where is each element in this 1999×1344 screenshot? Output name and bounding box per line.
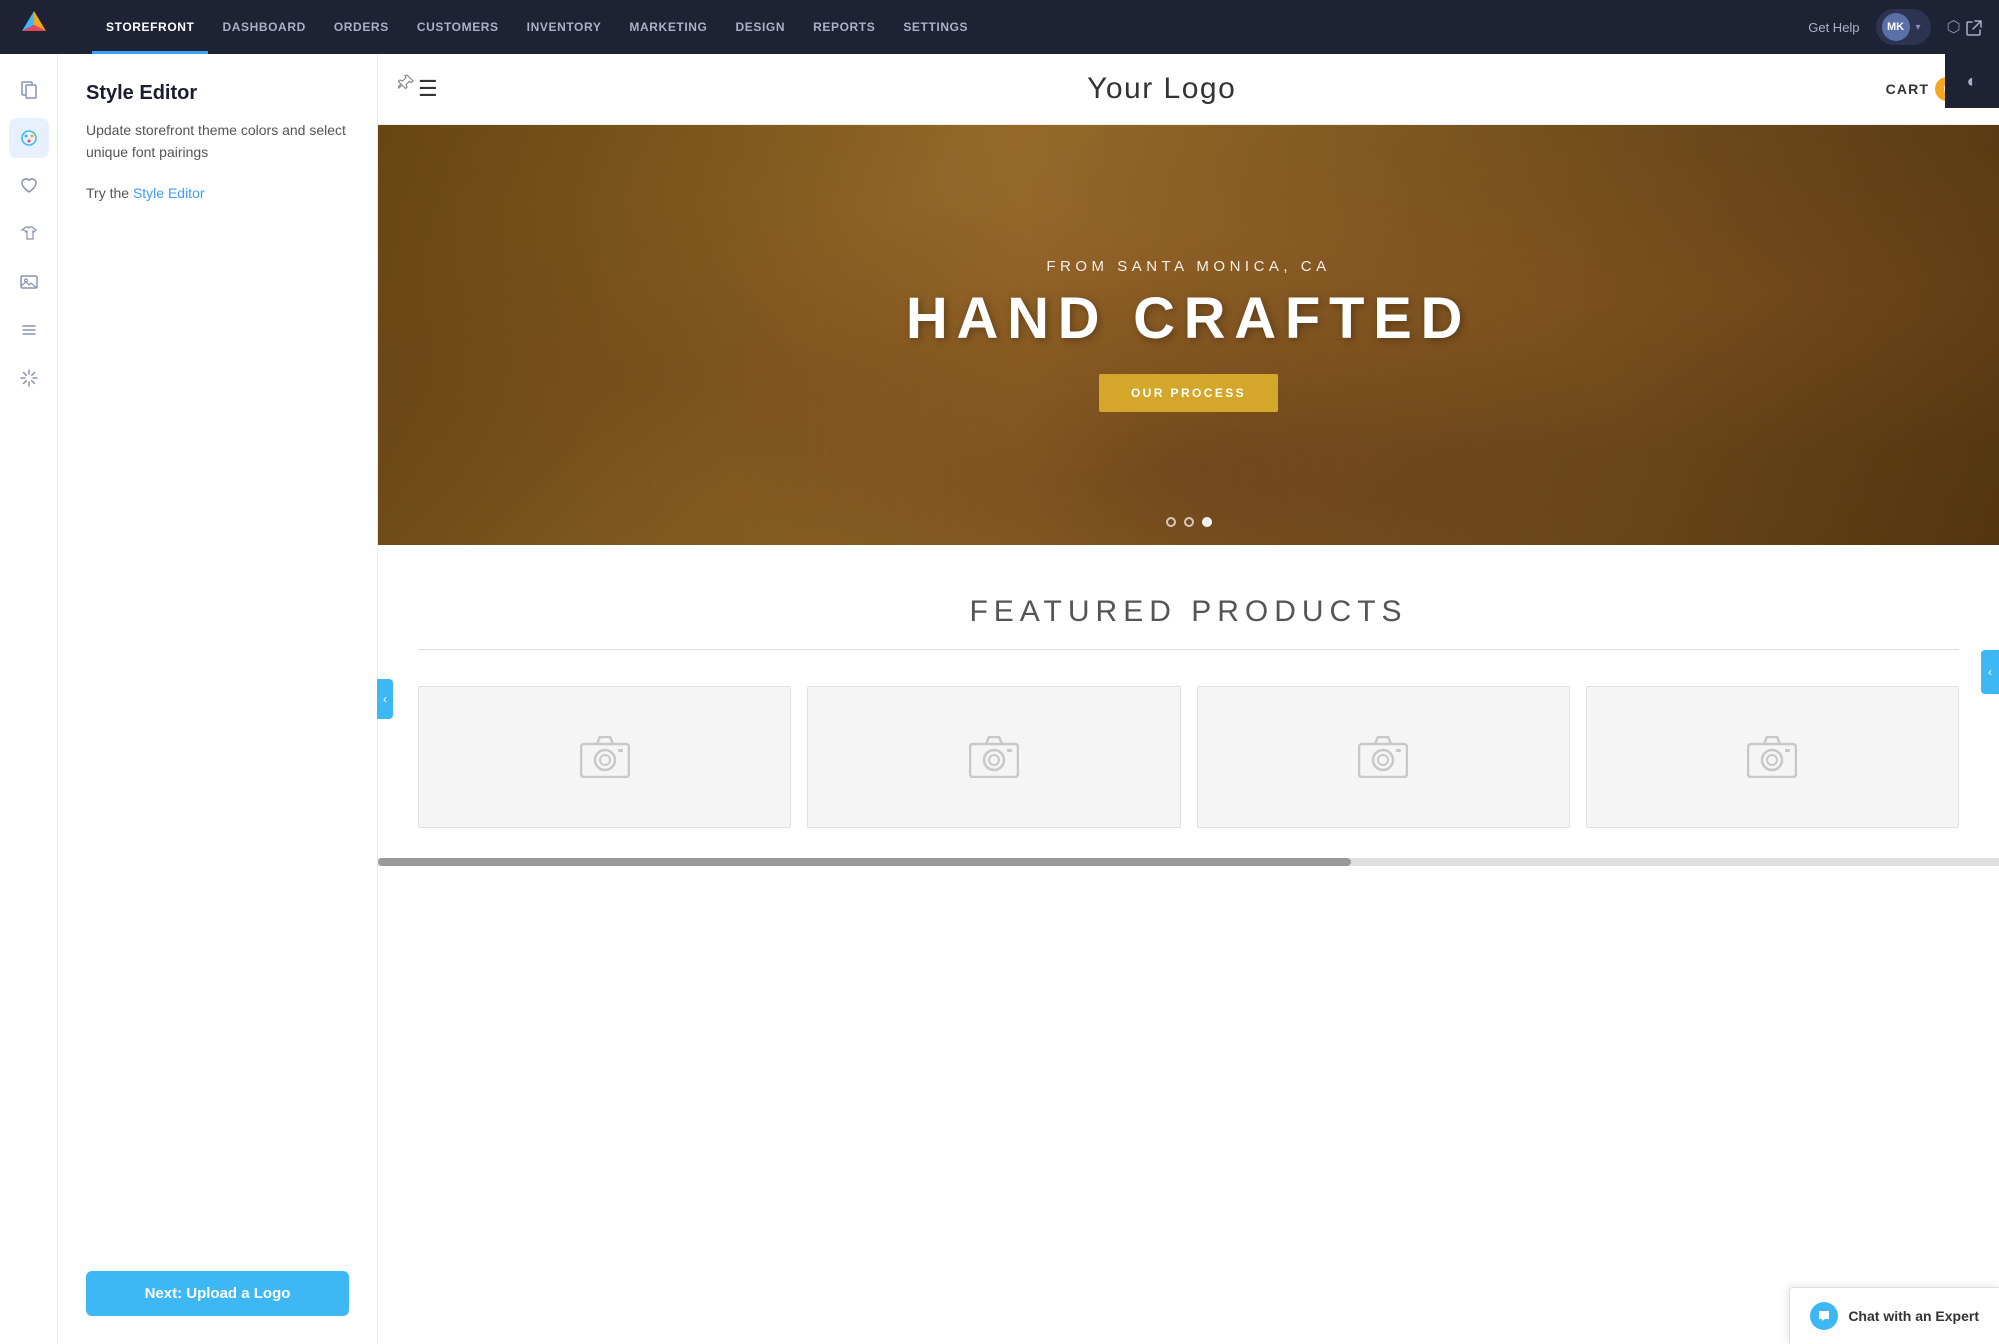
hero-subtitle: FROM SANTA MONICA, CA [906, 258, 1471, 275]
preview-topbar: ☰ Your Logo CART 0 [378, 54, 1999, 125]
product-card-3[interactable] [1197, 686, 1570, 828]
hero-dot-1[interactable] [1166, 517, 1176, 527]
product-card-4[interactable] [1586, 686, 1959, 828]
tshirt-sidebar-icon[interactable] [9, 214, 49, 254]
products-grid [418, 686, 1959, 828]
icon-sidebar [0, 54, 58, 1344]
product-image-1 [419, 687, 790, 827]
chat-with-expert-widget[interactable]: Chat with an Expert [1789, 1287, 1999, 1344]
hero-cta-button[interactable]: OUR PROCESS [1099, 374, 1278, 412]
product-image-4 [1587, 687, 1958, 827]
chevron-down-icon: ▾ [1916, 22, 1921, 33]
product-card-1[interactable] [418, 686, 791, 828]
style-editor-title: Style Editor [86, 82, 349, 105]
style-editor-link[interactable]: Style Editor [133, 185, 205, 201]
collapse-panel-button[interactable]: ‹ [377, 679, 393, 719]
list-sidebar-icon[interactable] [9, 310, 49, 350]
preview-content: ☰ Your Logo CART 0 FROM SANTA MONICA, CA… [378, 54, 1999, 1344]
hero-content: FROM SANTA MONICA, CA HAND CRAFTED OUR P… [906, 258, 1471, 412]
product-image-3 [1198, 687, 1569, 827]
sparkle-sidebar-icon[interactable] [9, 358, 49, 398]
nav-right-area: Get Help MK ▾ ⬡ [1808, 9, 1983, 45]
nav-customers[interactable]: CUSTOMERS [403, 0, 513, 54]
app-logo[interactable] [16, 7, 72, 48]
get-help-link[interactable]: Get Help [1808, 20, 1859, 35]
store-logo: Your Logo [1087, 72, 1236, 106]
external-link-icon[interactable]: ⬡ [1947, 17, 1983, 37]
right-collapse-arrow[interactable]: ‹ [1981, 650, 1999, 694]
nav-settings[interactable]: SETTINGS [889, 0, 982, 54]
heart-sidebar-icon[interactable] [9, 166, 49, 206]
hero-banner: FROM SANTA MONICA, CA HAND CRAFTED OUR P… [378, 125, 1999, 545]
palette-sidebar-icon[interactable] [9, 118, 49, 158]
user-avatar: MK [1882, 13, 1910, 41]
preview-toggle-button[interactable]: ◐ [1945, 54, 1999, 108]
pin-button[interactable] [390, 66, 422, 98]
style-editor-try-text: Try the Style Editor [86, 182, 349, 204]
style-editor-description: Update storefront theme colors and selec… [86, 119, 349, 164]
featured-products-title: FEATURED PRODUCTS [418, 595, 1959, 629]
product-image-2 [808, 687, 1179, 827]
chat-label: Chat with an Expert [1848, 1308, 1979, 1324]
pages-sidebar-icon[interactable] [9, 70, 49, 110]
user-menu[interactable]: MK ▾ [1876, 9, 1931, 45]
main-layout: ‹ Style Editor Update storefront theme c… [0, 54, 1999, 1344]
top-navigation: STOREFRONT DASHBOARD ORDERS CUSTOMERS IN… [0, 0, 1999, 54]
hero-title: HAND CRAFTED [906, 285, 1471, 352]
nav-menu: STOREFRONT DASHBOARD ORDERS CUSTOMERS IN… [92, 0, 1808, 54]
cart-label: CART [1886, 81, 1929, 97]
style-editor-panel: ‹ Style Editor Update storefront theme c… [58, 54, 378, 1344]
featured-divider [418, 649, 1959, 650]
scrollbar-thumb [378, 858, 1351, 866]
toggle-icon: ◐ [1967, 71, 1978, 92]
nav-inventory[interactable]: INVENTORY [513, 0, 616, 54]
nav-dashboard[interactable]: DASHBOARD [208, 0, 319, 54]
nav-marketing[interactable]: MARKETING [615, 0, 721, 54]
nav-storefront[interactable]: STOREFRONT [92, 0, 208, 54]
product-card-2[interactable] [807, 686, 1180, 828]
preview-horizontal-scrollbar[interactable] [378, 858, 1999, 866]
hero-dot-2[interactable] [1184, 517, 1194, 527]
featured-products-section: FEATURED PRODUCTS [378, 545, 1999, 858]
nav-orders[interactable]: ORDERS [320, 0, 403, 54]
image-sidebar-icon[interactable] [9, 262, 49, 302]
next-upload-logo-button[interactable]: Next: Upload a Logo [86, 1271, 349, 1316]
nav-reports[interactable]: REPORTS [799, 0, 889, 54]
storefront-preview[interactable]: ☰ Your Logo CART 0 FROM SANTA MONICA, CA… [378, 54, 1999, 1344]
chevron-left-icon: ‹ [1988, 665, 1992, 679]
chat-icon [1810, 1302, 1838, 1330]
hero-dots [1166, 517, 1212, 527]
hero-dot-3[interactable] [1202, 517, 1212, 527]
nav-design[interactable]: DESIGN [721, 0, 799, 54]
